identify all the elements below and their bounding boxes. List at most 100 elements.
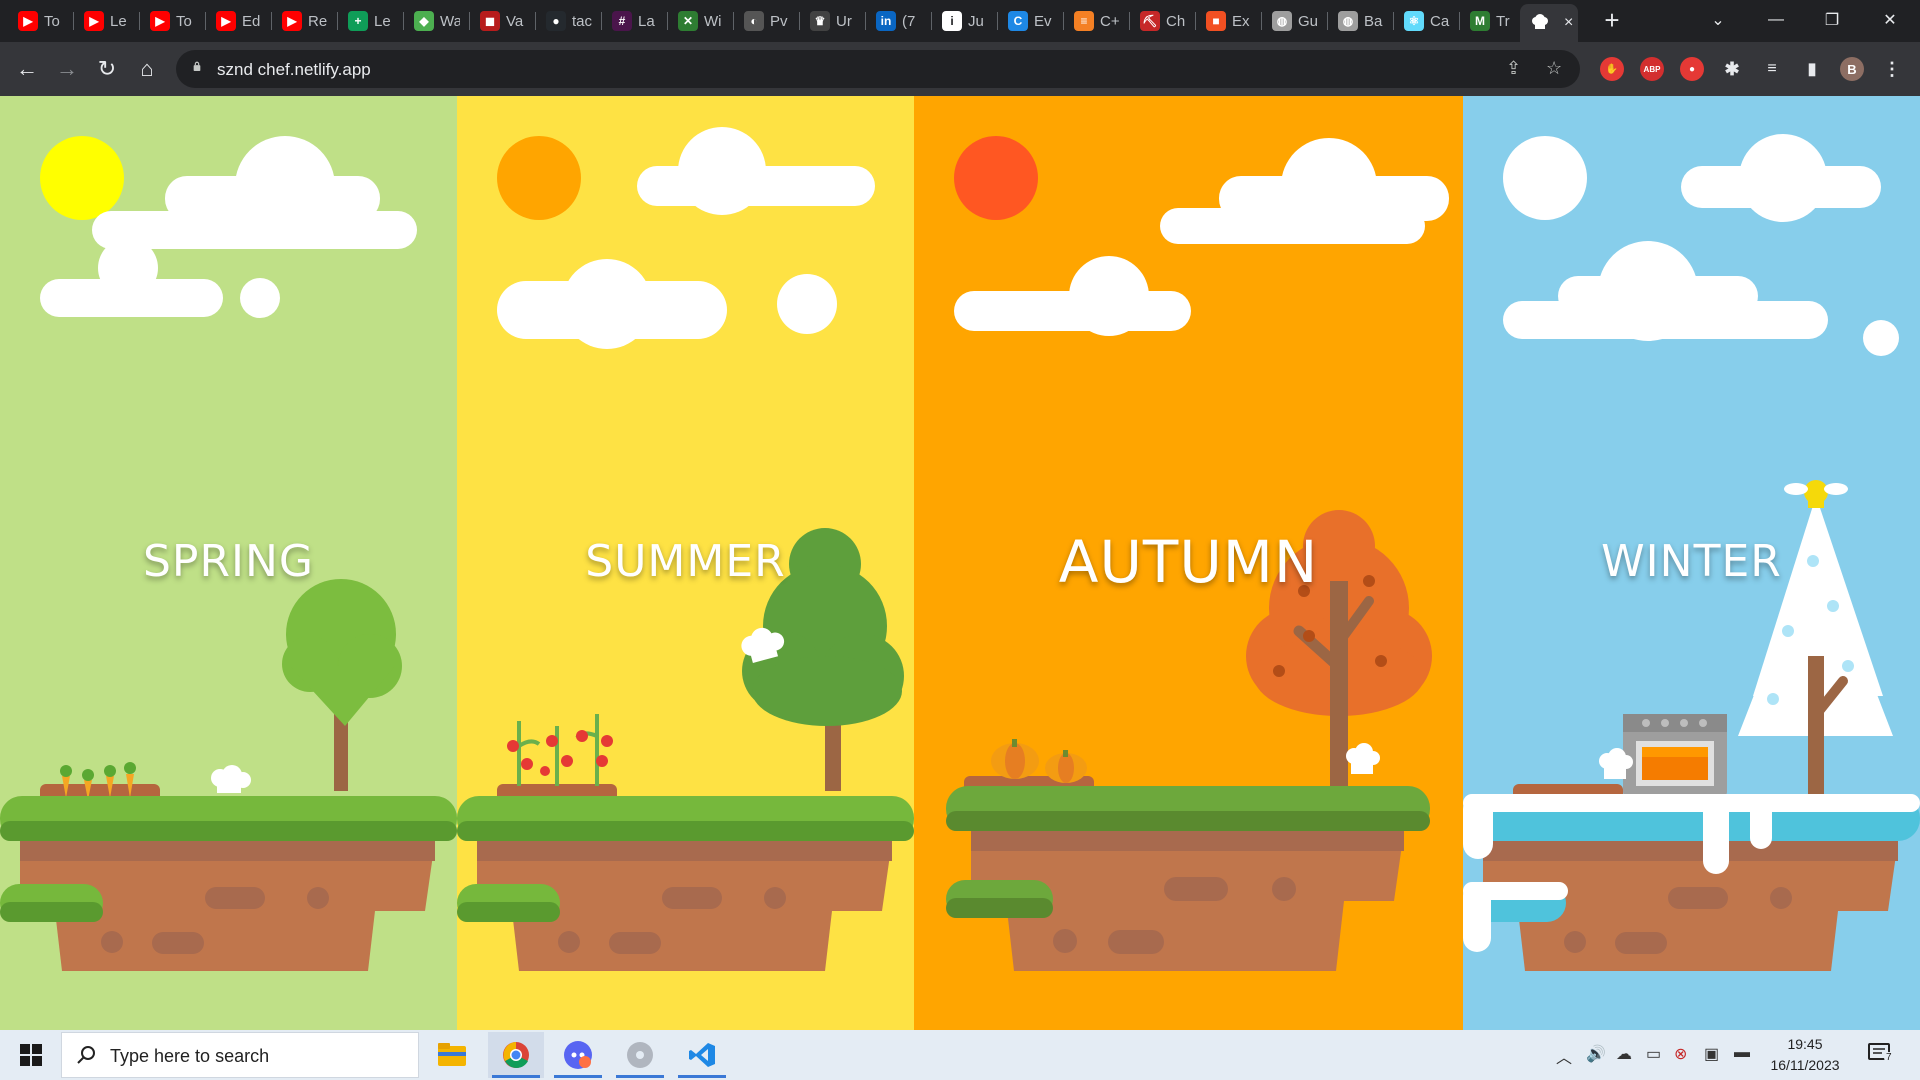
tab-item[interactable]: C Ev [998, 6, 1064, 36]
onedrive-icon[interactable]: ☁ [1616, 1044, 1632, 1064]
season-panel-summer[interactable]: SUMMER [457, 96, 914, 1030]
address-bar[interactable]: sznd chef.netlify.app ⇪ ☆ [176, 50, 1580, 88]
tool-icon: ✕ [678, 11, 698, 31]
tab-search-icon[interactable]: ⌄ [1690, 0, 1746, 40]
tab-item[interactable]: ▶ Le [74, 6, 140, 36]
tab-item[interactable]: ≡ C+ [1064, 6, 1130, 36]
disc-app-icon[interactable] [612, 1032, 668, 1078]
search-icon [77, 1046, 95, 1064]
slack-icon: # [612, 11, 632, 31]
new-tab-button[interactable]: + [1598, 6, 1626, 34]
back-icon[interactable]: ← [11, 53, 43, 85]
tab-title: Ch [1166, 12, 1186, 30]
close-window-icon[interactable]: ✕ [1862, 0, 1918, 40]
profile-avatar[interactable]: B [1840, 57, 1864, 81]
sidebar-icon[interactable]: ▮ [1800, 57, 1824, 81]
search-placeholder: Type here to search [110, 1046, 270, 1066]
crown-icon: ♛ [810, 11, 830, 31]
tab-item[interactable]: ⚛ Ca [1394, 6, 1460, 36]
clock-date: 16/11/2023 [1770, 1057, 1840, 1073]
tab-title: To [176, 12, 192, 30]
tab-title: Ur [836, 12, 852, 30]
file-explorer-icon[interactable] [424, 1032, 480, 1078]
tab-item[interactable]: ✕ Wi [668, 6, 734, 36]
tab-title: C+ [1100, 12, 1120, 30]
season-panel-winter[interactable]: WINTER [1463, 96, 1920, 1030]
display-icon[interactable]: ▭ [1646, 1044, 1661, 1064]
media-icon[interactable]: ≡ [1760, 57, 1784, 81]
close-tab-button[interactable]: × [1564, 14, 1573, 32]
tab-title: Ex [1232, 12, 1250, 30]
tab-item[interactable]: ◍ Ba [1328, 6, 1394, 36]
stack-icon: ≡ [1074, 11, 1094, 31]
youtube-icon: ▶ [216, 11, 236, 31]
forward-icon[interactable]: → [51, 53, 83, 85]
discord-icon[interactable] [550, 1032, 606, 1078]
taskbar-search-box[interactable]: Type here to search [61, 1032, 419, 1078]
game-icon: ◐ [744, 11, 764, 31]
tab-title: Ju [968, 12, 984, 30]
bookmark-star-icon[interactable]: ☆ [1546, 58, 1562, 79]
screen-icon[interactable]: ▣ [1704, 1044, 1719, 1064]
tab-item[interactable]: ⛏ Ch [1130, 6, 1196, 36]
tab-item[interactable]: ◼ Va [470, 6, 536, 36]
tab-active[interactable]: × [1520, 4, 1578, 42]
season-title-summer: SUMMER [585, 536, 786, 587]
season-panel-autumn[interactable]: AUTUMN [914, 96, 1463, 1030]
tab-title: Le [374, 12, 391, 30]
battery-icon[interactable]: ▬ [1734, 1044, 1750, 1062]
tab-title: Wa [440, 12, 460, 30]
menu-icon[interactable]: ⋮ [1880, 57, 1904, 81]
chrome-icon[interactable] [488, 1032, 544, 1078]
github-icon: ● [546, 11, 566, 31]
tab-item[interactable]: ▶ To [140, 6, 206, 36]
tab-item[interactable]: ● tac [536, 6, 602, 36]
shield-icon: ◼ [480, 11, 500, 31]
tab-item[interactable]: + Le [338, 6, 404, 36]
adblock-icon[interactable]: ABP [1640, 57, 1664, 81]
tab-item[interactable]: ▶ Ed [206, 6, 272, 36]
tab-strip: ▶ To ▶ Le ▶ To ▶ Ed ▶ Re + Le ◆ Wa ◼ Va ● tac # La ✕ Wi ◐ Pv ♛ Ur… [0, 0, 1920, 42]
map-icon: ◆ [414, 11, 434, 31]
system-clock[interactable]: 19:45 16/11/2023 [1760, 1034, 1850, 1076]
tab-item[interactable]: i Ju [932, 6, 998, 36]
linkedin-icon: in [876, 11, 896, 31]
tab-item[interactable]: ◆ Wa [404, 6, 470, 36]
tab-item[interactable]: ■ Ex [1196, 6, 1262, 36]
puzzle-icon[interactable]: ✱ [1720, 57, 1744, 81]
restore-icon[interactable]: ❐ [1804, 0, 1860, 40]
home-icon[interactable]: ⌂ [131, 53, 163, 85]
extension-hand-icon[interactable]: ✋ [1600, 57, 1624, 81]
react-icon: ⚛ [1404, 11, 1424, 31]
page-content: SPRING SUMMER AUTUMN WINTER [0, 96, 1920, 1030]
notification-icon[interactable]: 7 [1868, 1042, 1896, 1068]
extension-record-icon[interactable]: ● [1680, 57, 1704, 81]
tab-item[interactable]: ♛ Ur [800, 6, 866, 36]
tab-item[interactable]: # La [602, 6, 668, 36]
reload-icon[interactable]: ↻ [91, 53, 123, 85]
tab-item[interactable]: ▶ To [8, 6, 74, 36]
vscode-icon[interactable] [674, 1032, 730, 1078]
youtube-icon: ▶ [150, 11, 170, 31]
tab-title: tac [572, 12, 592, 30]
tray-chevron-icon[interactable]: ︿ [1556, 1044, 1572, 1068]
tab-title: Tr [1496, 12, 1510, 30]
tab-title: Wi [704, 12, 722, 30]
microsoft-icon: ■ [1206, 11, 1226, 31]
network-alert-icon[interactable]: ⊗ [1674, 1044, 1687, 1064]
season-panel-spring[interactable]: SPRING [0, 96, 457, 1030]
tab-item[interactable]: ◍ Gu [1262, 6, 1328, 36]
pick-icon: ⛏ [1140, 11, 1160, 31]
minimize-icon[interactable]: — [1748, 0, 1804, 40]
taskbar: Type here to search ︿ 🔊 ☁ ▭ ⊗ ▣ ▬ 19:45 … [0, 1030, 1920, 1080]
share-icon[interactable]: ⇪ [1506, 58, 1521, 79]
tab-title: Ba [1364, 12, 1383, 30]
tab-item[interactable]: ◐ Pv [734, 6, 800, 36]
volume-icon[interactable]: 🔊 [1586, 1044, 1606, 1064]
windows-start-icon[interactable] [6, 1032, 56, 1078]
youtube-icon: ▶ [18, 11, 38, 31]
tab-title: Re [308, 12, 328, 30]
tab-item[interactable]: in (7 [866, 6, 932, 36]
tab-item[interactable]: ▶ Re [272, 6, 338, 36]
tab-item[interactable]: M Tr [1460, 6, 1526, 36]
